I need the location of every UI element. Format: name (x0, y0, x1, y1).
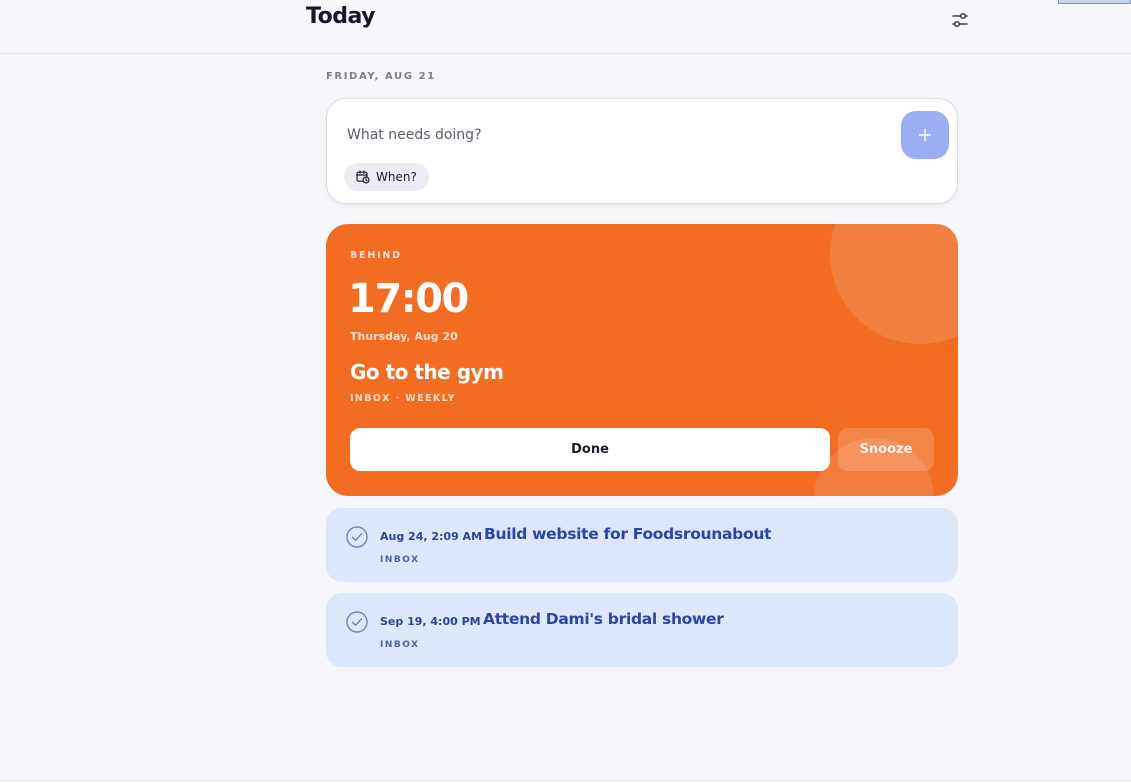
task-title: Attend Dami's bridal shower (483, 610, 724, 628)
new-task-input[interactable] (347, 123, 887, 147)
status-label: BEHIND (350, 250, 402, 261)
top-bar: Today (0, 0, 1131, 54)
window-corner-decoration (1058, 0, 1131, 4)
task-item[interactable]: Sep 19, 4:00 PM Attend Dami's bridal sho… (326, 593, 958, 667)
task-list-label: INBOX (380, 555, 420, 565)
due-date: Thursday, Aug 20 (350, 330, 458, 343)
date-heading: FRIDAY, AUG 21 (326, 71, 436, 82)
when-label: When? (376, 170, 417, 184)
settings-button[interactable] (946, 6, 974, 34)
done-button[interactable]: Done (350, 428, 830, 471)
overdue-task-card: BEHIND 17:00 Thursday, Aug 20 Go to the … (326, 224, 958, 496)
task-meta: INBOX · WEEKLY (350, 393, 456, 404)
decorative-circle (830, 224, 958, 344)
task-item[interactable]: Aug 24, 2:09 AM Build website for Foodsr… (326, 508, 958, 582)
bottom-divider (0, 780, 1131, 781)
task-due: Sep 19, 4:00 PM (380, 615, 481, 628)
add-task-button[interactable] (901, 111, 949, 159)
check-circle-icon[interactable] (345, 525, 369, 549)
sliders-icon (952, 12, 968, 28)
task-title: Go to the gym (350, 360, 504, 384)
calendar-clock-icon (356, 170, 370, 184)
snooze-button[interactable]: Snooze (838, 428, 934, 471)
when-picker-button[interactable]: When? (344, 163, 429, 191)
task-list-label: INBOX (380, 640, 420, 650)
task-title: Build website for Foodsrounabout (484, 525, 772, 543)
task-due: Aug 24, 2:09 AM (380, 530, 483, 543)
check-circle-icon[interactable] (345, 610, 369, 634)
page-title: Today (306, 4, 375, 29)
task-composer: When? (326, 98, 958, 204)
due-time: 17:00 (348, 276, 469, 322)
plus-icon (918, 128, 932, 142)
